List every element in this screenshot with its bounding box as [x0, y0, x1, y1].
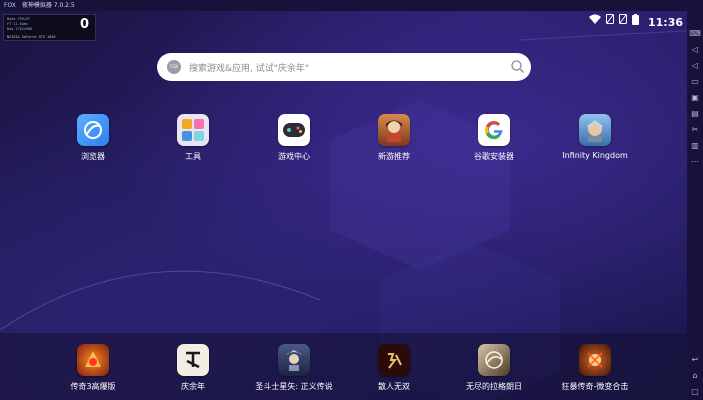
- dock-app-sanren-wushuang[interactable]: 散人无双: [354, 344, 434, 392]
- legend3-game-icon: [77, 344, 109, 376]
- app-browser[interactable]: 浏览器: [53, 114, 133, 162]
- qingyunian-game-icon: [177, 344, 209, 376]
- keyboard-icon[interactable]: ⌨: [687, 27, 703, 41]
- app-infinity-kingdom[interactable]: Infinity Kingdom: [555, 114, 635, 160]
- search-logo: FOX: [167, 60, 181, 74]
- saint-seiya-game-icon: [278, 344, 310, 376]
- dock-app-legend3[interactable]: 传奇3高爆版: [53, 344, 133, 392]
- app-label: Infinity Kingdom: [562, 151, 628, 160]
- app-label: 工具: [185, 152, 201, 161]
- app-new-games[interactable]: 新游推荐: [354, 114, 434, 162]
- google-icon: [478, 114, 510, 146]
- app-game-center[interactable]: 游戏中心: [254, 114, 334, 162]
- screenshot-icon[interactable]: ▣: [687, 91, 703, 105]
- emulator-screen: FOX 夜神模拟器 7.0.2.5 Mode CPU+FF FT 11.04ms…: [0, 0, 703, 400]
- volume-up-icon[interactable]: ◁: [687, 43, 703, 57]
- app-label: 庆余年: [181, 382, 205, 391]
- app-label: 游戏中心: [278, 152, 310, 161]
- titlebar-brand: FOX: [4, 2, 16, 9]
- app-dock: 传奇3高爆版 庆余年 圣斗士星矢: 正义传说 散人无双 无尽的拉格朗日 狂暴传奇…: [0, 333, 687, 400]
- fps-counter: 0: [79, 17, 89, 32]
- kuangbao-game-icon: [579, 344, 611, 376]
- stat-line: Mode CPU+FF: [7, 17, 31, 21]
- app-label: 无尽的拉格朗日: [466, 382, 522, 391]
- no-sim-icon: [605, 14, 614, 30]
- lagrange-game-icon: [478, 344, 510, 376]
- cut-icon[interactable]: ✂: [687, 123, 703, 137]
- emulator-sidebar: ⌨ ◁ ◁ ▭ ▣ ▤ ✂ ▥ ⋯ ↩ ⌂ ▢: [687, 11, 703, 400]
- app-label: 新游推荐: [378, 152, 410, 161]
- stat-line: Req 1762x906: [7, 27, 33, 31]
- multi-instance-icon[interactable]: ▥: [687, 139, 703, 153]
- app-google-installer[interactable]: 谷歌安装器: [454, 114, 534, 162]
- volume-down-icon[interactable]: ◁: [687, 59, 703, 73]
- app-label: 散人无双: [378, 382, 410, 391]
- back-icon[interactable]: ↩: [687, 353, 703, 367]
- status-clock: 11:36: [647, 15, 683, 29]
- signal-off-icon: [618, 14, 627, 30]
- home-icon[interactable]: ⌂: [687, 369, 703, 383]
- screen-icon[interactable]: ▭: [687, 75, 703, 89]
- app-label: 谷歌安装器: [474, 152, 514, 161]
- app-tools[interactable]: 工具: [153, 114, 233, 162]
- status-bar: 11:36: [588, 13, 683, 31]
- sanren-game-icon: [378, 344, 410, 376]
- dock-app-saint-seiya[interactable]: 圣斗士星矢: 正义传说: [254, 344, 334, 392]
- search-input[interactable]: 搜索游戏&应用, 试试"庆余年": [189, 61, 503, 74]
- dock-app-kuangbao-legend[interactable]: 狂暴传奇-微变合击: [555, 344, 635, 392]
- window-titlebar: FOX 夜神模拟器 7.0.2.5: [0, 0, 703, 11]
- stat-line: FT 11.04ms: [7, 22, 29, 26]
- gamepad-icon: [278, 114, 310, 146]
- wifi-icon: [588, 14, 601, 30]
- app-label: 圣斗士星矢: 正义传说: [255, 382, 333, 391]
- dock-app-qingyunian[interactable]: 庆余年: [153, 344, 233, 392]
- search-icon[interactable]: [503, 58, 531, 77]
- infinity-kingdom-icon: [579, 114, 611, 146]
- recent-apps-icon[interactable]: ▢: [687, 385, 703, 399]
- app-label: 传奇3高爆版: [70, 382, 116, 391]
- app-label: 浏览器: [81, 152, 105, 161]
- search-bar[interactable]: FOX 搜索游戏&应用, 试试"庆余年": [157, 53, 531, 81]
- battery-icon: [631, 13, 639, 31]
- app-label: 狂暴传奇-微变合击: [561, 382, 629, 391]
- apk-icon[interactable]: ▤: [687, 107, 703, 121]
- window-title: 夜神模拟器 7.0.2.5: [21, 2, 75, 9]
- dock-app-infinite-lagrange[interactable]: 无尽的拉格朗日: [454, 344, 534, 392]
- gpu-name: NVIDIA GeForce GTX 1650: [7, 35, 56, 39]
- tools-folder-icon: [177, 114, 209, 146]
- performance-overlay: Mode CPU+FF FT 11.04ms Req 1762x906 0 NV…: [3, 14, 96, 41]
- new-games-icon: [378, 114, 410, 146]
- more-icon[interactable]: ⋯: [687, 155, 703, 169]
- browser-icon: [77, 114, 109, 146]
